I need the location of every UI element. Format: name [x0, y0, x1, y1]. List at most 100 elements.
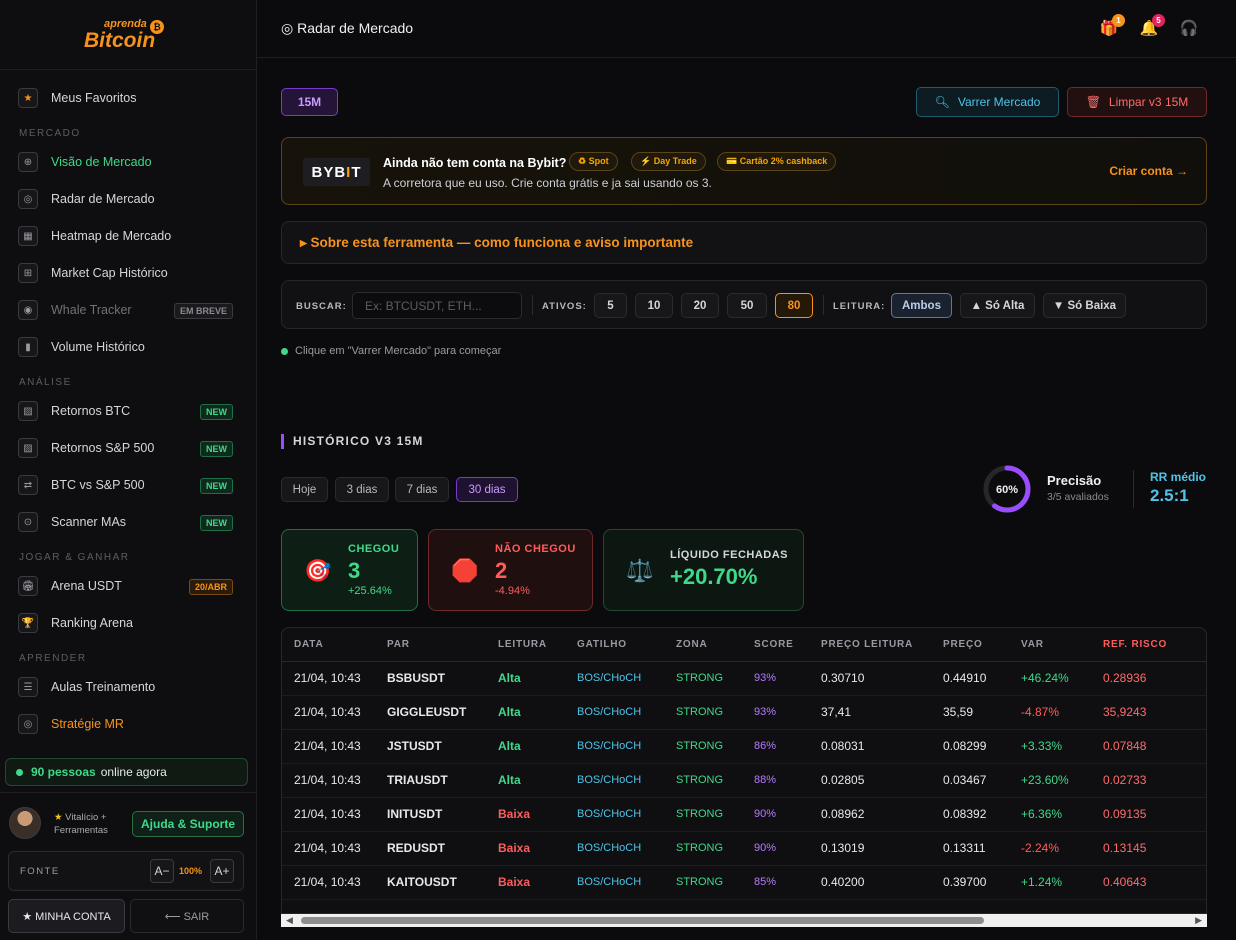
range-30d-button[interactable]: 30 dias [456, 477, 518, 502]
sidebar-item-heatmap[interactable]: ▦ Heatmap de Mercado [18, 224, 171, 248]
globe-icon: ⊕ [18, 152, 38, 172]
table-cell: +3.33% [1021, 729, 1103, 764]
reading-down-button[interactable]: ▼ Só Baixa [1043, 293, 1126, 318]
returns-icon: ▨ [18, 401, 38, 421]
create-account-link[interactable]: Criar conta → [1109, 164, 1188, 178]
card-miss: 🛑 NÃO CHEGOU 2 -4.94% [428, 529, 593, 611]
avatar[interactable] [9, 807, 41, 839]
table-row[interactable]: 21/04, 10:43 GIGGLEUSDT Alta BOS/CHoCH STRON… [282, 695, 1206, 730]
table-cell: 0.08962 [821, 797, 943, 832]
font-percentage: 100% [179, 866, 203, 876]
scrollbar-thumb[interactable] [301, 917, 984, 924]
promo-title: Ainda não tem conta na Bybit? [383, 156, 567, 170]
assets-50-button[interactable]: 50 [727, 293, 767, 318]
assets-20-button[interactable]: 20 [681, 293, 719, 318]
scroll-right-arrow-icon[interactable]: ▶ [1195, 915, 1202, 926]
column-header[interactable]: PAR [387, 628, 498, 662]
search-input[interactable]: Ex: BTCUSDT, ETH... [352, 292, 522, 319]
table-cell: 90% [754, 831, 821, 866]
table-cell: Alta [498, 763, 577, 798]
sidebar-item-radar-mercado[interactable]: ◎ Radar de Mercado [18, 187, 155, 211]
column-header[interactable]: PREÇO [943, 628, 1021, 662]
sidebar-item-visao-mercado[interactable]: ⊕ Visão de Mercado [18, 150, 152, 174]
card-miss-title: NÃO CHEGOU [495, 543, 576, 555]
sidebar-item-retornos-sp500[interactable]: ▨ Retornos S&P 500 [18, 436, 154, 460]
table-cell: 0.07848 [1103, 729, 1206, 764]
table-cell: STRONG [676, 831, 754, 866]
sidebar-item-ranking-arena[interactable]: 🏆 Ranking Arena [18, 611, 133, 635]
my-account-button[interactable]: ★ MINHA CONTA [8, 899, 125, 933]
logo[interactable]: aprenda Bitcoin ₿ [0, 0, 256, 70]
rr-label: RR médio [1150, 470, 1207, 484]
table-row[interactable]: 21/04, 10:43 INITUSDT Baixa BOS/CHoCH STRONG… [282, 797, 1206, 832]
sidebar-item-scanner-mas[interactable]: ⊙ Scanner MAs [18, 510, 126, 534]
scroll-left-arrow-icon[interactable]: ◀ [286, 915, 293, 926]
sidebar-item-arena-usdt[interactable]: 🏟 Arena USDT [18, 574, 122, 598]
range-3d-button[interactable]: 3 dias [335, 477, 389, 502]
sidebar-item-favorites[interactable]: ★ Meus Favoritos [18, 86, 136, 110]
reading-up-button[interactable]: ▲ Só Alta [960, 293, 1035, 318]
help-support-button[interactable]: Ajuda & Suporte [132, 811, 244, 837]
online-users-badge: 90 pessoas online agora [5, 758, 248, 786]
clear-history-button[interactable]: 🗑︎ Limpar v3 15M [1067, 87, 1207, 117]
search-label: BUSCAR: [296, 301, 347, 312]
sidebar-item-volume[interactable]: ▮ Volume Histórico [18, 335, 145, 359]
sidebar-item-btc-vs-sp500[interactable]: ⇄ BTC vs S&P 500 [18, 473, 145, 497]
column-header[interactable]: VAR [1021, 628, 1103, 662]
about-tool-toggle[interactable]: ▸ Sobre esta ferramenta — como funciona … [281, 221, 1207, 264]
horizontal-scrollbar[interactable]: ◀ ▶ [281, 914, 1207, 927]
range-7d-button[interactable]: 7 dias [395, 477, 449, 502]
reading-both-button[interactable]: Ambos [891, 293, 952, 318]
gift-icon[interactable]: 🎁 1 [1098, 14, 1125, 39]
timeframe-button[interactable]: 15M [281, 88, 338, 116]
font-size-control: FONTE A− 100% A+ [8, 851, 244, 891]
table-row[interactable]: 21/04, 10:43 JSTUSDT Alta BOS/CHoCH STRONG 86… [282, 729, 1206, 764]
assets-80-button[interactable]: 80 [775, 293, 813, 318]
table-row[interactable]: 21/04, 10:43 TRIAUSDT Alta BOS/CHoCH STRONG 8… [282, 763, 1206, 798]
column-header[interactable]: GATILHO [577, 628, 676, 662]
card-net-value: +20.70% [670, 564, 758, 589]
range-today-button[interactable]: Hoje [281, 477, 328, 502]
sidebar-item-market-cap[interactable]: ⊞ Market Cap Histórico [18, 261, 168, 285]
logout-button[interactable]: ⟵ SAIR [130, 899, 244, 933]
sidebar-item-retornos-btc[interactable]: ▨ Retornos BTC [18, 399, 130, 423]
table-cell: 21/04, 10:43 [282, 831, 387, 866]
column-header[interactable]: PREÇO LEITURA [821, 628, 943, 662]
chart-icon: ⊞ [18, 263, 38, 283]
column-header[interactable]: ZONA [676, 628, 754, 662]
table-cell: +46.24% [1021, 661, 1103, 696]
column-header[interactable]: SCORE [754, 628, 821, 662]
divider [532, 295, 533, 315]
section-analise: ANÁLISE [19, 377, 72, 388]
sidebar-item-label: Market Cap Histórico [51, 266, 168, 280]
arena-icon: 🏟 [18, 576, 38, 596]
column-header[interactable]: LEITURA [498, 628, 577, 662]
history-table-container[interactable]: DATA PAR LEITURA GATILHO ZONA SCORE PREÇO LEIT… [281, 627, 1207, 914]
bell-icon[interactable]: 🔔 5 [1138, 14, 1165, 39]
assets-5-button[interactable]: 5 [594, 293, 627, 318]
sweep-market-button[interactable]: 🔍︎ Varrer Mercado [916, 87, 1059, 117]
headset-icon[interactable]: 🎧 [1178, 17, 1200, 39]
rr-value: 2.5:1 [1150, 486, 1189, 505]
grid-icon: ▦ [18, 226, 38, 246]
table-cell: 0.13311 [943, 831, 1021, 866]
column-header[interactable]: REF. RISCO [1103, 628, 1206, 662]
font-decrease-button[interactable]: A− [150, 859, 174, 883]
sidebar-item-aulas[interactable]: ☰ Aulas Treinamento [18, 675, 155, 699]
whale-icon: ◉ [18, 300, 38, 320]
card-miss-sub: -4.94% [495, 585, 530, 597]
plan-info: ★ Vitalício + Ferramentas [54, 811, 108, 837]
star-icon: ★ [18, 88, 38, 108]
table-cell: 35,59 [943, 695, 1021, 730]
search-icon: 🔍︎ [934, 95, 950, 109]
column-header[interactable]: DATA [282, 628, 387, 662]
assets-10-button[interactable]: 10 [635, 293, 673, 318]
table-row[interactable]: 21/04, 10:43 BSBUSDT Alta BOS/CHoCH STRONG 93… [282, 661, 1206, 696]
sidebar-item-strategie-mr[interactable]: ◎ Stratégie MR [18, 712, 124, 736]
font-increase-button[interactable]: A+ [210, 859, 234, 883]
table-cell: -2.24% [1021, 831, 1103, 866]
sidebar-item-label: Scanner MAs [51, 515, 127, 529]
table-row[interactable]: 21/04, 10:43 REDUSDT Baixa BOS/CHoCH STRONG 9… [282, 831, 1206, 866]
table-cell: 21/04, 10:43 [282, 661, 387, 696]
table-row[interactable]: 21/04, 10:43 KAITOUSDT Baixa BOS/CHoCH STRON… [282, 865, 1206, 900]
